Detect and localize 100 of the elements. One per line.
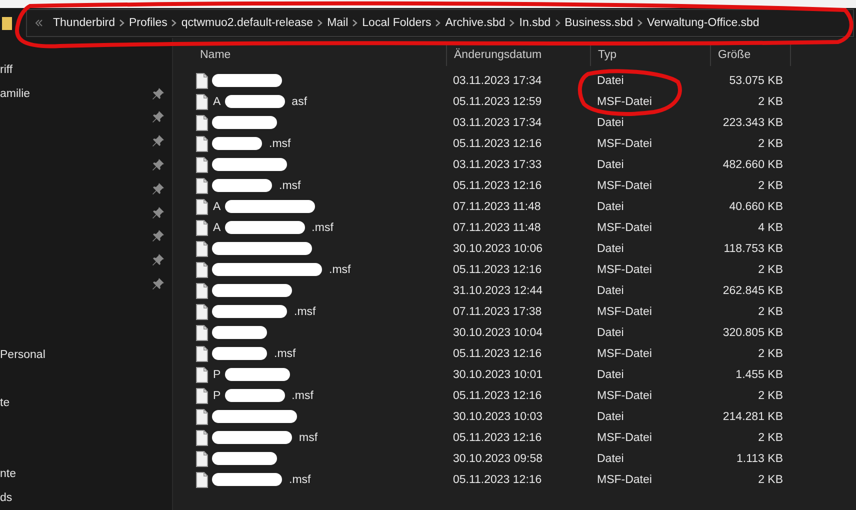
chevron-icon xyxy=(352,19,358,27)
file-icon xyxy=(196,282,208,298)
file-size: 2 KB xyxy=(757,138,784,150)
file-type: Datei xyxy=(596,368,625,380)
file-size: 2 KB xyxy=(757,96,784,108)
redaction-scribble xyxy=(212,347,267,360)
file-type: Datei xyxy=(596,74,625,86)
pin-icon[interactable] xyxy=(152,278,164,290)
file-type: MSF-Datei xyxy=(596,306,653,318)
file-type: MSF-Datei xyxy=(596,432,653,444)
pin-icon[interactable] xyxy=(152,182,164,195)
column-header[interactable]: Name xyxy=(193,44,446,66)
file-extension: .msf xyxy=(288,474,311,486)
pin-icon[interactable] xyxy=(152,111,164,124)
breadcrumb[interactable]: Local Folders xyxy=(358,17,436,29)
modified-date: 30.10.2023 10:04 xyxy=(452,326,544,338)
file-size: 320.805 KB xyxy=(722,326,784,338)
redaction-scribble xyxy=(212,326,267,339)
redaction-scribble xyxy=(212,452,277,465)
breadcrumb[interactable]: Mail xyxy=(323,17,352,29)
file-name: A xyxy=(212,200,221,212)
redaction-scribble xyxy=(212,179,272,192)
file-type: Datei xyxy=(596,326,625,338)
file-size: 2 KB xyxy=(757,432,784,444)
redaction-scribble xyxy=(224,368,290,381)
file-size: 1.113 KB xyxy=(736,452,784,464)
redaction-scribble xyxy=(224,389,285,402)
pin-icon[interactable] xyxy=(152,88,164,100)
sidebar-item[interactable]: Personal xyxy=(0,349,46,362)
file-extension: .msf xyxy=(293,306,316,318)
file-icon xyxy=(196,198,208,214)
breadcrumb[interactable]: Profiles xyxy=(125,17,172,29)
folder-icon xyxy=(2,16,12,30)
breadcrumb[interactable]: Verwaltung-Office.sbd xyxy=(643,17,764,29)
sidebar-item[interactable]: nte xyxy=(0,468,16,480)
file-icon xyxy=(196,304,208,320)
file-icon xyxy=(196,178,208,194)
breadcrumb[interactable]: Thunderbird xyxy=(49,17,120,29)
modified-date: 05.11.2023 12:16 xyxy=(452,264,543,276)
modified-date: 03.11.2023 17:34 xyxy=(452,116,543,128)
pin-icon[interactable] xyxy=(152,230,164,242)
chevron-icon xyxy=(509,19,516,27)
file-icon xyxy=(196,240,208,256)
file-icon xyxy=(196,262,208,278)
file-icon xyxy=(196,346,208,362)
column-header[interactable]: Größe xyxy=(710,44,791,66)
file-icon xyxy=(196,388,208,404)
redaction-scribble xyxy=(224,95,285,108)
file-type: MSF-Datei xyxy=(596,180,653,192)
file-extension: .msf xyxy=(268,138,291,150)
file-type: MSF-Datei xyxy=(596,474,653,486)
modified-date: 05.11.2023 12:16 xyxy=(452,390,543,402)
modified-date: 07.11.2023 11:48 xyxy=(452,222,542,234)
modified-date: 05.11.2023 12:16 xyxy=(452,474,543,486)
file-type: Datei xyxy=(596,158,625,170)
file-size: 53.075 KB xyxy=(728,74,784,86)
modified-date: 31.10.2023 12:44 xyxy=(452,284,544,296)
column-header[interactable]: Typ xyxy=(590,44,710,66)
file-type: MSF-Datei xyxy=(596,96,653,108)
file-size: 2 KB xyxy=(757,348,784,360)
pin-icon[interactable] xyxy=(152,254,164,266)
breadcrumb[interactable]: In.sbd xyxy=(515,17,555,29)
file-extension: .msf xyxy=(278,180,301,192)
pin-icon[interactable] xyxy=(152,159,164,172)
file-name: A xyxy=(212,222,221,234)
overflow-chevron-icon[interactable] xyxy=(35,19,43,27)
column-header[interactable]: Änderungsdatum xyxy=(446,44,590,66)
breadcrumb[interactable]: Business.sbd xyxy=(560,17,638,29)
file-extension: .msf xyxy=(273,348,296,360)
pin-icon[interactable] xyxy=(152,135,164,148)
file-type: MSF-Datei xyxy=(596,390,653,402)
breadcrumb[interactable]: qctwmuo2.default-release xyxy=(177,17,318,29)
modified-date: 05.11.2023 12:16 xyxy=(452,432,543,444)
redaction-scribble xyxy=(212,116,277,129)
file-size: 118.753 KB xyxy=(722,242,784,254)
file-icon xyxy=(196,136,208,152)
file-type: Datei xyxy=(596,116,625,128)
chevron-icon xyxy=(171,19,178,27)
modified-date: 07.11.2023 11:48 xyxy=(452,200,542,212)
file-size: 2 KB xyxy=(757,180,784,192)
modified-date: 30.10.2023 10:06 xyxy=(452,242,544,254)
modified-date: 07.11.2023 17:38 xyxy=(452,306,543,318)
file-icon xyxy=(196,472,208,488)
breadcrumb[interactable]: Archive.sbd xyxy=(441,17,510,29)
address-bar[interactable]: Thunderbird Profiles qctwmuo2.default-release Mail Local Folders Archive.sbd In.sbd Business.sbd Verwaltung-Office.sbd xyxy=(26,9,854,37)
file-extension: .msf xyxy=(328,264,351,276)
chevron-icon xyxy=(554,19,561,27)
modified-date: 05.11.2023 12:59 xyxy=(452,96,543,108)
sidebar-item[interactable]: riff xyxy=(0,64,13,76)
sidebar-item[interactable]: amilie xyxy=(0,88,30,100)
file-icon xyxy=(196,450,208,466)
pin-icon[interactable] xyxy=(152,206,164,219)
modified-date: 03.11.2023 17:33 xyxy=(452,158,543,170)
file-type: Datei xyxy=(596,242,625,254)
file-name: A xyxy=(212,96,221,108)
modified-date: 30.10.2023 10:03 xyxy=(452,410,544,422)
sidebar-item[interactable]: te xyxy=(0,397,10,410)
file-icon xyxy=(196,114,208,130)
file-icon xyxy=(196,408,208,424)
sidebar-item[interactable]: ds xyxy=(0,492,12,504)
